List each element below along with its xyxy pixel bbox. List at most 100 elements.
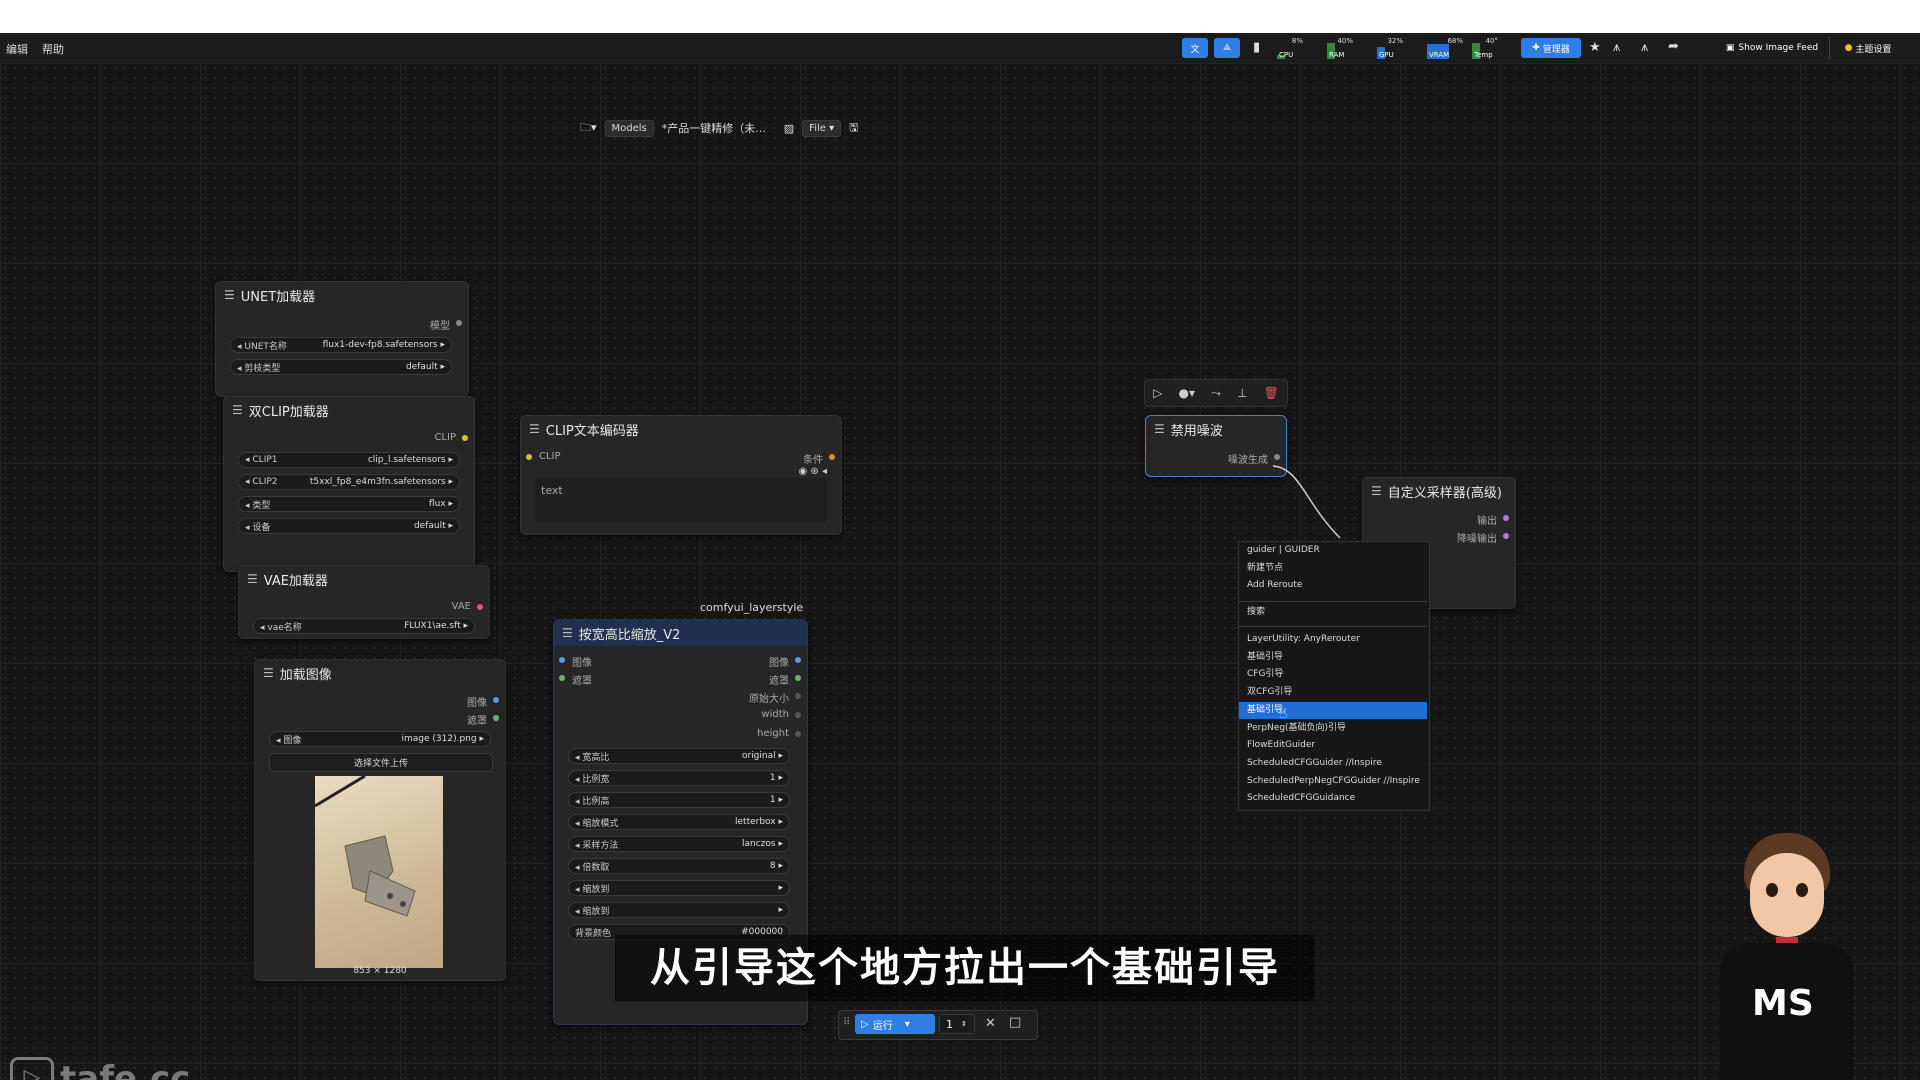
node-menu-icon[interactable]: ☰ (263, 666, 274, 680)
theme-settings-button[interactable]: ● 主题设置 (1836, 38, 1900, 58)
star-icon[interactable]: ★ (1589, 40, 1601, 55)
output-height-label: height (757, 728, 789, 739)
node-clip-text-encode[interactable]: ☰ CLIP文本编码器 CLIP 条件 ◉ ⊕ ◂ text (520, 415, 842, 535)
widget-proportional-width[interactable]: ◂ 比例宽 1 ▸ (568, 770, 790, 786)
menu-item-anyrerouter[interactable]: LayerUtility: AnyRerouter (1239, 631, 1427, 648)
drag-handle-icon[interactable]: ⠿ (843, 1017, 850, 1028)
node-menu-icon[interactable]: ☰ (1154, 422, 1165, 436)
queue-run-bar: ⠿ ▷ 运行 ▾ 1 ⇕ ✕ □ (838, 1010, 1038, 1040)
widget-scale-to-length[interactable]: ◂ 缩放到 ▸ (568, 902, 790, 918)
save-icon[interactable]: 🖫 (849, 119, 858, 138)
image-feed-icon: ▣ (1725, 43, 1735, 53)
output-model-socket[interactable] (456, 320, 462, 326)
input-mask-socket[interactable] (559, 675, 565, 681)
graph-button[interactable]: ⟁ (1214, 38, 1240, 58)
menu-item-flowedit-guider[interactable]: FlowEditGuider (1239, 737, 1427, 754)
menu-item-perpneg-guider[interactable]: PerpNeg(基础负向)引导 (1239, 720, 1427, 737)
chevron-down-icon[interactable]: ▾ (905, 1019, 910, 1030)
widget-clip1[interactable]: ◂ CLIP1 clip_l.safetensors ▸ (238, 452, 460, 468)
text-prompt-input[interactable]: text (535, 478, 827, 522)
menu-help[interactable]: 帮助 (42, 41, 64, 57)
widget-proportional-height[interactable]: ◂ 比例高 1 ▸ (568, 792, 790, 808)
output-clip-socket[interactable] (462, 435, 468, 441)
pin-icon[interactable]: ⊥ (1237, 386, 1247, 400)
node-load-image[interactable]: ☰ 加载图像 图像 遮罩 ◂ 图像 image (312).png ▸ 选择文件上传… (254, 659, 506, 981)
translate-button[interactable]: 文 (1182, 38, 1208, 58)
workflow-title[interactable]: *产品一键精修（未... (662, 120, 766, 136)
menu-item-add-reroute[interactable]: Add Reroute (1239, 577, 1427, 594)
node-dual-clip-loader[interactable]: ☰ 双CLIP加载器 CLIP ◂ CLIP1 clip_l.safetensors… (223, 396, 475, 572)
output-image-socket[interactable] (795, 657, 801, 663)
output-mask-socket[interactable] (493, 715, 499, 721)
output-noise-socket[interactable] (1274, 454, 1280, 460)
node-menu-icon[interactable]: ☰ (1371, 484, 1382, 498)
bypass-icon[interactable]: ⤳ (1211, 386, 1221, 401)
widget-vae-name[interactable]: ◂ vae名称 FLUX1\ae.sft ▸ (253, 618, 475, 634)
menu-item-basic-guider-selected[interactable]: 基础引导 (1239, 702, 1427, 719)
delete-icon[interactable]: 🗑 (1264, 386, 1279, 400)
widget-value: flux (428, 499, 446, 509)
widget-weight-dtype[interactable]: ◂ 剪枝类型 default ▸ (230, 359, 452, 375)
widget-device[interactable]: ◂ 设备 default ▸ (238, 518, 460, 534)
menu-edit[interactable]: 编辑 (6, 41, 28, 57)
node-disable-noise[interactable]: ☰ 禁用噪波 噪波生成 (1145, 415, 1287, 477)
node-menu-icon[interactable]: ☰ (529, 422, 540, 436)
node-icon[interactable]: ⩚ (1641, 40, 1648, 55)
share-alt-icon[interactable]: ⩚ (1613, 40, 1620, 55)
models-button[interactable]: Models (604, 119, 654, 137)
menu-item-cfg-guider[interactable]: CFG引导 (1239, 666, 1427, 683)
manager-button[interactable]: ✚ 管理器 (1521, 38, 1581, 58)
widget-round-to-multiple[interactable]: ◂ 倍数取 8 ▸ (568, 858, 790, 874)
batch-count-stepper[interactable]: 1 ⇕ (939, 1014, 975, 1034)
node-menu-icon[interactable]: ☰ (562, 626, 573, 640)
menu-item-scheduled-perpneg-guider[interactable]: ScheduledPerpNegCFGGuider //Inspire (1239, 773, 1427, 790)
output-height-socket[interactable] (795, 731, 801, 737)
widget-type[interactable]: ◂ 类型 flux ▸ (238, 496, 460, 512)
output-socket[interactable] (1503, 515, 1509, 521)
menu-item-new-node[interactable]: 新建节点 (1239, 560, 1427, 577)
menu-item-basic-guider[interactable]: 基础引导 (1239, 649, 1427, 666)
share-icon[interactable]: ➦ (1668, 39, 1679, 54)
output-mask-socket[interactable] (795, 675, 801, 681)
node-search-context-menu[interactable]: guider | GUIDER 新建节点 Add Reroute 搜索 Laye… (1238, 541, 1430, 811)
output-original-size-socket[interactable] (795, 693, 801, 699)
menu-item-dual-cfg-guider[interactable]: 双CFG引导 (1239, 684, 1427, 701)
widget-unet-name[interactable]: ◂ UNET名称 flux1-dev-fp8.safetensors ▸ (230, 337, 452, 353)
run-button[interactable]: ▷ 运行 ▾ (855, 1014, 935, 1034)
folder-icon[interactable]: 🗀▾ (580, 119, 597, 138)
node-menu-icon[interactable]: ☰ (224, 288, 235, 302)
node-vae-loader[interactable]: ☰ VAE加载器 VAE ◂ vae名称 FLUX1\ae.sft ▸ (238, 565, 490, 639)
bookmark-icon[interactable]: ▮ (1253, 40, 1260, 55)
show-image-feed-button[interactable]: ▣ Show Image Feed (1702, 38, 1842, 58)
menu-item-scheduled-cfg-guider[interactable]: ScheduledCFGGuider //Inspire (1239, 755, 1427, 772)
node-title: 按宽高比缩放_V2 (578, 627, 681, 643)
play-icon[interactable]: ▷ (1153, 386, 1162, 400)
input-image-socket[interactable] (559, 657, 565, 663)
menu-item-scheduled-cfg-guidance[interactable]: ScheduledCFGGuidance (1239, 790, 1427, 807)
input-clip-socket[interactable] (526, 454, 532, 460)
widget-clip2[interactable]: ◂ CLIP2 t5xxl_fp8_e4m3fn.safetensors ▸ (238, 474, 460, 490)
output-vae-socket[interactable] (477, 604, 483, 610)
output-image-socket[interactable] (493, 697, 499, 703)
widget-fit-mode[interactable]: ◂ 缩放模式 letterbox ▸ (568, 814, 790, 830)
stepper-arrows-icon[interactable]: ⇕ (961, 1020, 967, 1028)
node-menu-icon[interactable]: ☰ (232, 403, 243, 417)
stop-icon[interactable]: □ (1009, 1015, 1021, 1030)
widget-method[interactable]: ◂ 采样方法 lanczos ▸ (568, 836, 790, 852)
cancel-icon[interactable]: ✕ (985, 1016, 996, 1031)
widget-toggle-icons[interactable]: ◉ ⊕ ◂ (799, 466, 827, 477)
output-width-socket[interactable] (795, 712, 801, 718)
widget-aspect-ratio[interactable]: ◂ 宽高比 original ▸ (568, 748, 790, 764)
image-icon[interactable]: ▨ (784, 122, 794, 135)
output-conditioning-socket[interactable] (829, 454, 835, 460)
widget-image-select[interactable]: ◂ 图像 image (312).png ▸ (269, 731, 491, 747)
node-canvas[interactable]: 🗀▾ Models *产品一键精修（未... ▨ File ▾ 🖫 ☰ UNET加… (0, 63, 1920, 1080)
menu-item-search[interactable]: 搜索 (1239, 604, 1427, 621)
node-unet-loader[interactable]: ☰ UNET加载器 模型 ◂ UNET名称 flux1-dev-fp8.safete… (215, 281, 469, 397)
upload-button[interactable]: 选择文件上传 (269, 753, 493, 772)
color-picker-icon[interactable]: ●▾ (1179, 386, 1196, 400)
file-menu[interactable]: File ▾ (802, 119, 842, 137)
output-denoised-socket[interactable] (1503, 533, 1509, 539)
node-menu-icon[interactable]: ☰ (247, 572, 258, 586)
widget-scale-to-side[interactable]: ◂ 缩放到 ▸ (568, 880, 790, 896)
